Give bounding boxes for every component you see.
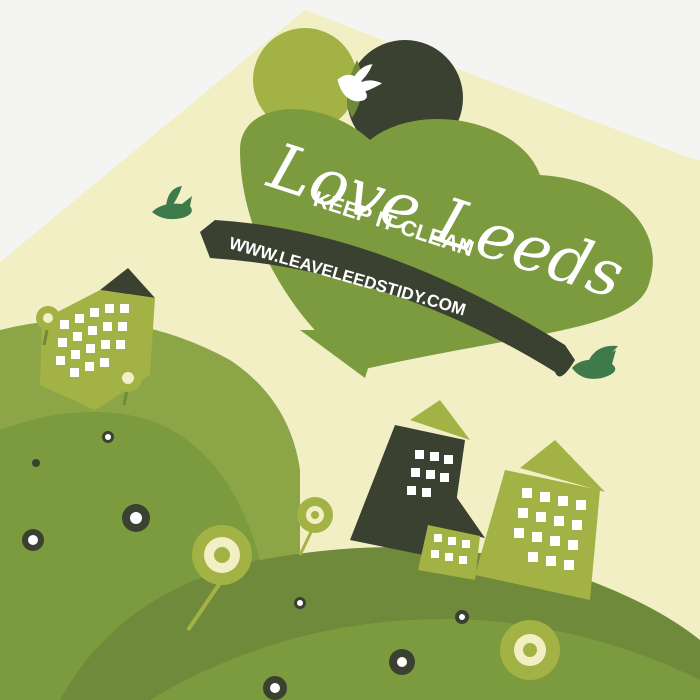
flower-icon	[500, 620, 560, 680]
dot	[105, 434, 111, 440]
dot	[459, 614, 465, 620]
dot	[297, 600, 303, 606]
flower-icon	[122, 504, 150, 532]
dot	[32, 459, 40, 467]
flower-icon	[263, 676, 287, 700]
flower-icon	[22, 529, 44, 551]
flower-icon	[389, 649, 415, 675]
postcard-scene: Love Leeds KEEP IT CLEAN WWW.LEAVELEEDST…	[0, 0, 700, 700]
